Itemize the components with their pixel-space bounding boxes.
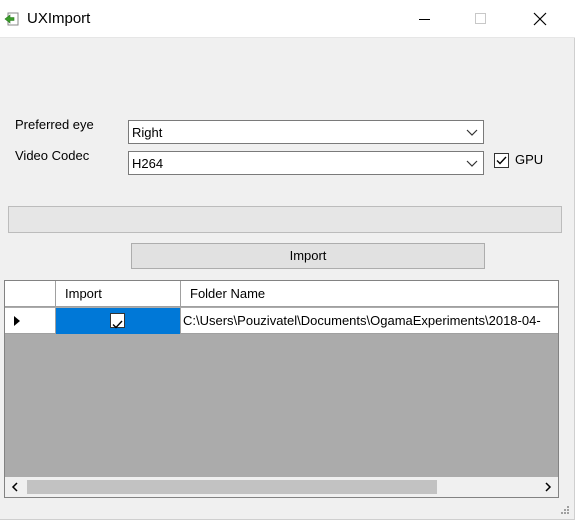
chevron-down-icon xyxy=(466,160,478,167)
minimize-icon xyxy=(419,19,430,20)
table-row[interactable]: C:\Users\Pouzivatel\Documents\OgamaExper… xyxy=(5,308,558,334)
folder-grid: Import Folder Name C:\Users\Pouzivatel\D… xyxy=(4,280,559,498)
row-header[interactable] xyxy=(5,308,56,334)
import-app-icon xyxy=(4,11,20,27)
close-icon xyxy=(533,12,547,26)
gpu-label: GPU xyxy=(515,152,544,167)
video-codec-select[interactable]: H264 xyxy=(128,151,484,175)
scrollbar-thumb[interactable] xyxy=(27,480,437,494)
resize-grip-icon[interactable] xyxy=(560,505,570,515)
chevron-down-icon xyxy=(466,129,478,136)
video-codec-value: H264 xyxy=(132,156,164,171)
row-header-corner xyxy=(5,281,56,307)
folder-name-cell[interactable]: C:\Users\Pouzivatel\Documents\OgamaExper… xyxy=(181,308,558,334)
title-bar: UXImport xyxy=(0,0,575,38)
checkmark-icon xyxy=(496,156,507,165)
close-button[interactable] xyxy=(517,0,563,38)
chevron-left-icon xyxy=(11,482,18,492)
column-header-folder-name[interactable]: Folder Name xyxy=(181,281,558,307)
grid-header: Import Folder Name xyxy=(5,281,558,307)
maximize-button[interactable] xyxy=(458,0,504,38)
maximize-icon xyxy=(475,13,486,24)
app-window: UXImport Preferred eye Right Video Codec… xyxy=(0,0,575,520)
scroll-left-button[interactable] xyxy=(5,477,25,497)
gpu-checkbox[interactable] xyxy=(494,153,509,168)
scroll-right-button[interactable] xyxy=(538,477,558,497)
import-button[interactable]: Import xyxy=(131,243,485,269)
chevron-right-icon xyxy=(545,482,552,492)
row-import-checkbox[interactable] xyxy=(110,313,125,329)
video-codec-label: Video Codec xyxy=(15,148,90,163)
preferred-eye-label: Preferred eye xyxy=(15,117,94,132)
minimize-button[interactable] xyxy=(402,0,448,38)
window-title: UXImport xyxy=(27,10,91,27)
horizontal-scrollbar[interactable] xyxy=(5,477,558,497)
column-header-import[interactable]: Import xyxy=(56,281,181,307)
import-progress-bar xyxy=(8,206,562,233)
preferred-eye-value: Right xyxy=(132,125,163,140)
checkmark-icon xyxy=(112,320,123,329)
current-row-arrow-icon xyxy=(14,316,20,326)
import-cell[interactable] xyxy=(56,308,181,334)
preferred-eye-select[interactable]: Right xyxy=(128,120,484,144)
